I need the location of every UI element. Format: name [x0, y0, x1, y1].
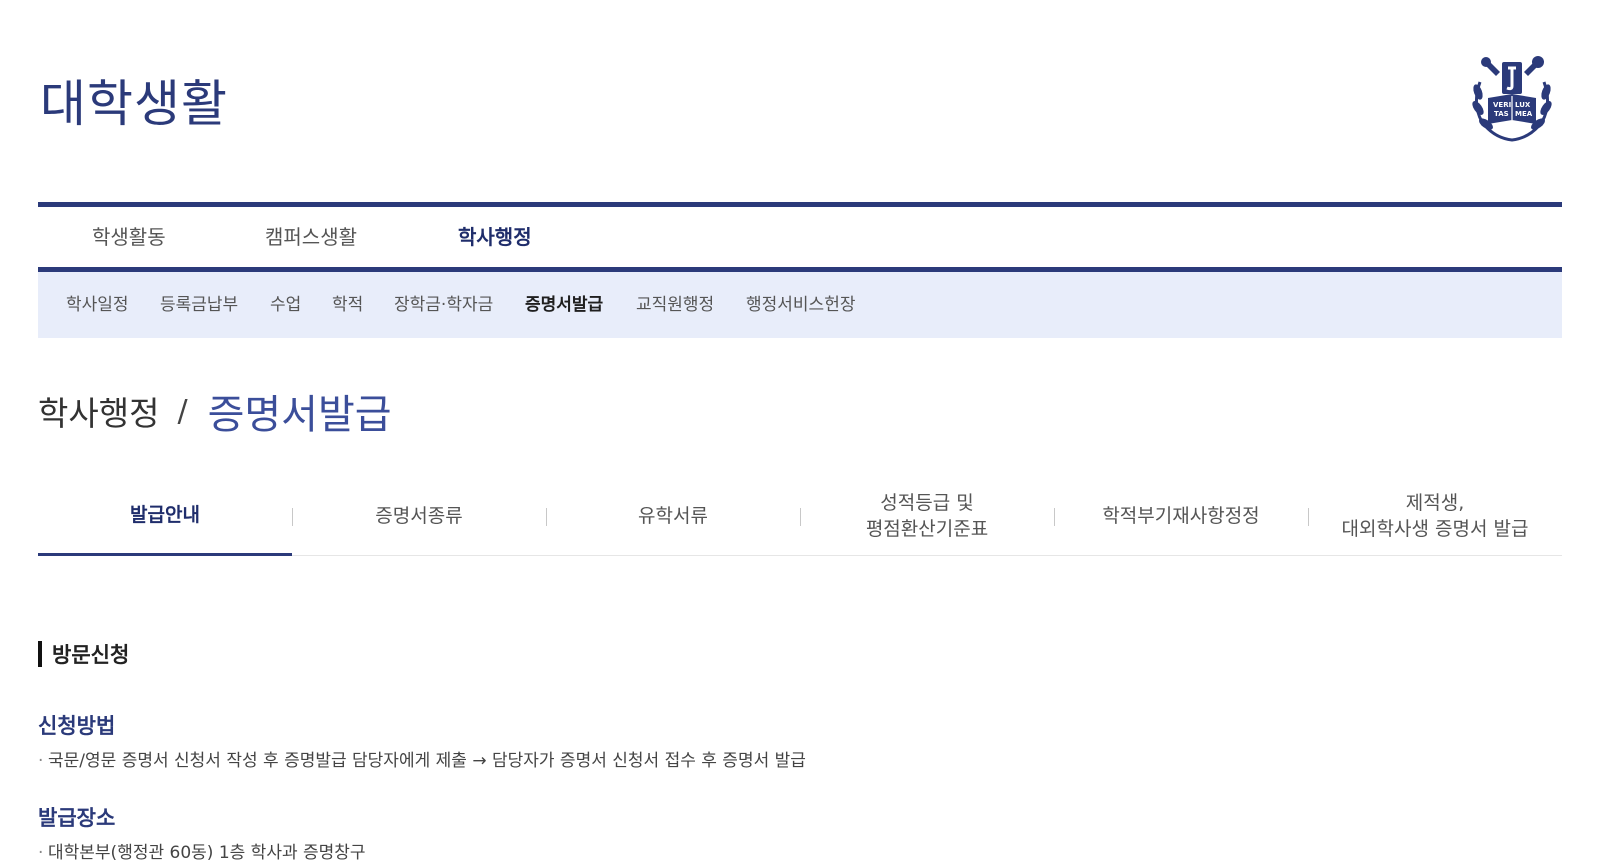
sub-nav-item-staff-admin[interactable]: 교직원행정: [636, 272, 714, 338]
sub-nav: 학사일정 등록금납부 수업 학적 장학금·학자금 증명서발급 교직원행정 행정서…: [38, 272, 1562, 338]
tab-certificate-types[interactable]: 증명서종류: [292, 476, 546, 556]
content-tabs: 발급안내 증명서종류 유학서류 성적등급 및 평점환산기준표 학적부기재사항정정…: [38, 476, 1562, 556]
sub-nav-item-service-charter[interactable]: 행정서비스헌장: [746, 272, 855, 338]
tab-issuance-guide[interactable]: 발급안내: [38, 476, 292, 556]
breadcrumb-current: 증명서발급: [207, 392, 392, 438]
main-nav-item-academic-admin[interactable]: 학사행정: [458, 207, 532, 267]
breadcrumb: 학사행정 / 증명서발급: [38, 386, 392, 438]
bullet: ·: [38, 843, 44, 863]
sub-nav-item-scholarship[interactable]: 장학금·학자금: [394, 272, 493, 338]
svg-text:MEA: MEA: [1515, 110, 1533, 118]
sub-nav-item-classes[interactable]: 수업: [270, 272, 301, 338]
section-title-bar: [38, 641, 42, 667]
section-title-text: 방문신청: [52, 643, 130, 667]
issuance-location-heading: 발급장소: [38, 806, 116, 830]
application-method-heading: 신청방법: [38, 714, 116, 738]
sub-nav-item-certificates[interactable]: 증명서발급: [525, 272, 603, 338]
main-nav-item-campus-life[interactable]: 캠퍼스생활: [265, 207, 357, 267]
svg-text:LUX: LUX: [1515, 101, 1531, 109]
sub-nav-item-academic-calendar[interactable]: 학사일정: [66, 272, 129, 338]
main-nav: 학생활동 캠퍼스생활 학사행정: [38, 202, 1562, 272]
section-title: 방문신청: [38, 640, 129, 668]
tab-record-correction[interactable]: 학적부기재사항정정: [1054, 476, 1308, 556]
application-method-text: · 국문/영문 증명서 신청서 작성 후 증명발급 담당자에게 제출 → 담당자가…: [38, 751, 806, 771]
sub-nav-item-registration[interactable]: 학적: [332, 272, 363, 338]
svg-text:TAS: TAS: [1494, 110, 1509, 118]
svg-text:VERI: VERI: [1493, 101, 1511, 109]
page-title: 대학생활: [40, 75, 228, 133]
tab-study-abroad-documents[interactable]: 유학서류: [546, 476, 800, 556]
breadcrumb-parent[interactable]: 학사행정: [38, 387, 159, 435]
sub-nav-item-tuition[interactable]: 등록금납부: [160, 272, 238, 338]
tab-grade-conversion[interactable]: 성적등급 및 평점환산기준표: [800, 476, 1054, 556]
main-nav-item-student-activities[interactable]: 학생활동: [92, 207, 166, 267]
bullet: ·: [38, 751, 44, 771]
tab-expelled-external-students[interactable]: 제적생, 대외학사생 증명서 발급: [1308, 476, 1562, 556]
snu-emblem-icon[interactable]: VERI LUX TAS MEA: [1466, 52, 1558, 144]
issuance-location-text: · 대학본부(행정관 60동) 1층 학사과 증명창구: [38, 843, 366, 863]
breadcrumb-separator: /: [177, 393, 188, 429]
